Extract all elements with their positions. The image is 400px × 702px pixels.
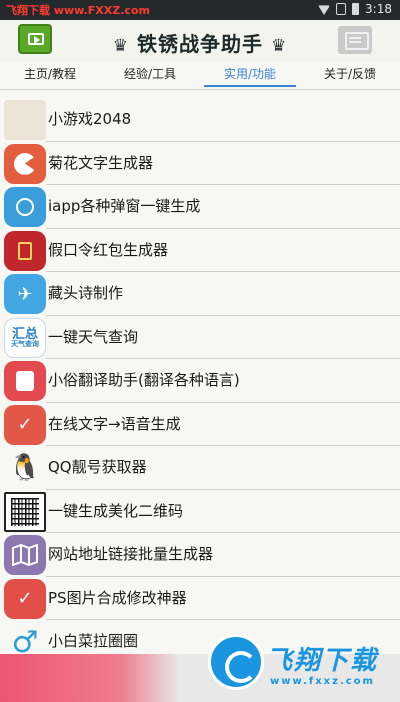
list-item[interactable]: 一键生成美化二维码 bbox=[0, 490, 400, 533]
check-circle-icon: ✓ bbox=[4, 578, 46, 619]
tab-experience-tools[interactable]: 经验/工具 bbox=[100, 62, 200, 89]
list-item-label: 假口令红包生成器 bbox=[48, 240, 169, 259]
weather-icon-subtext: 天气查询 bbox=[11, 339, 39, 348]
tab-practical-functions[interactable]: 实用/功能 bbox=[200, 62, 300, 89]
list-item-label: 一键天气查询 bbox=[48, 327, 139, 346]
list-item-label: 小俗翻译助手(翻译各种语言) bbox=[48, 371, 240, 389]
list-item[interactable]: iapp各种弹窗一键生成 bbox=[0, 185, 400, 229]
watermark-url: www.fxxz.com bbox=[270, 676, 375, 687]
watermark-brand: 飞翔下载 bbox=[266, 646, 379, 676]
list-item[interactable]: 网站地址链接批量生成器 bbox=[0, 533, 400, 577]
status-time: 3:18 bbox=[365, 2, 392, 16]
weather-icon-text: 汇总 bbox=[11, 326, 38, 342]
list-item[interactable]: 假口令红包生成器 bbox=[0, 229, 400, 272]
list-item-label: QQ靓号获取器 bbox=[48, 458, 147, 476]
message-icon bbox=[4, 361, 46, 401]
message-button[interactable] bbox=[338, 26, 372, 54]
title-text: 铁锈战争助手 bbox=[137, 32, 263, 56]
crown-icon: ♛ bbox=[112, 36, 130, 56]
watermark-logo-icon bbox=[208, 634, 264, 690]
red-envelope-icon bbox=[4, 230, 46, 271]
tab-about-feedback[interactable]: 关于/反馈 bbox=[300, 62, 400, 89]
list-item-label: iapp各种弹窗一键生成 bbox=[48, 197, 201, 215]
pacman-icon bbox=[4, 143, 46, 184]
list-item[interactable]: 小俗翻译助手(翻译各种语言) bbox=[0, 359, 400, 403]
map-icon bbox=[4, 535, 46, 575]
sim-icon bbox=[336, 3, 347, 15]
list-item-label: 藏头诗制作 bbox=[48, 284, 124, 302]
list-item-label: 小白菜拉圈圈 bbox=[48, 632, 139, 650]
qr-code-icon bbox=[4, 491, 46, 532]
list-item-label: 小游戏2048 bbox=[48, 110, 132, 128]
tab-bar: 主页/教程 经验/工具 实用/功能 关于/反馈 bbox=[0, 62, 400, 90]
paper-plane-icon: ✈ bbox=[4, 274, 46, 314]
list-item[interactable]: 小游戏2048 bbox=[0, 98, 400, 142]
list-item-label: 网站地址链接批量生成器 bbox=[48, 545, 214, 563]
status-icons: 3:18 bbox=[318, 2, 392, 16]
list-item[interactable]: 汇总 天气查询 一键天气查询 bbox=[0, 316, 400, 359]
watermark-text: 飞翔下载 www.FXXZ.com bbox=[6, 4, 150, 17]
list-item-label: PS图片合成修改神器 bbox=[48, 588, 187, 607]
crown-icon: ♛ bbox=[270, 36, 288, 56]
qq-penguin-icon: 🐧 bbox=[8, 453, 42, 483]
game-2048-icon bbox=[4, 100, 46, 140]
weather-icon: 汇总 天气查询 bbox=[4, 317, 46, 358]
list-item[interactable]: ✈ 藏头诗制作 bbox=[0, 272, 400, 316]
app-header: ♛ 铁锈战争助手 ♛ bbox=[0, 20, 400, 62]
tab-home-tutorial[interactable]: 主页/教程 bbox=[0, 62, 100, 89]
wifi-icon bbox=[318, 5, 331, 15]
status-bar: 飞翔下载 www.FXXZ.com 3:18 bbox=[0, 0, 400, 20]
list-item-label: 菊花文字生成器 bbox=[48, 153, 154, 172]
list-item-label: 一键生成美化二维码 bbox=[48, 501, 184, 520]
battery-icon bbox=[352, 3, 360, 15]
list-item[interactable]: ✓ 在线文字→语音生成 bbox=[0, 403, 400, 446]
function-list: 小游戏2048 菊花文字生成器 iapp各种弹窗一键生成 假口令红包生成器 ✈ … bbox=[0, 98, 400, 664]
list-item[interactable]: 菊花文字生成器 bbox=[0, 142, 400, 185]
touch-hand-icon bbox=[4, 187, 46, 227]
list-item-label: 在线文字→语音生成 bbox=[48, 414, 181, 433]
check-circle-icon: ✓ bbox=[4, 404, 46, 445]
list-item[interactable]: 🐧 QQ靓号获取器 bbox=[0, 446, 400, 490]
list-item[interactable]: ✓ PS图片合成修改神器 bbox=[0, 577, 400, 620]
